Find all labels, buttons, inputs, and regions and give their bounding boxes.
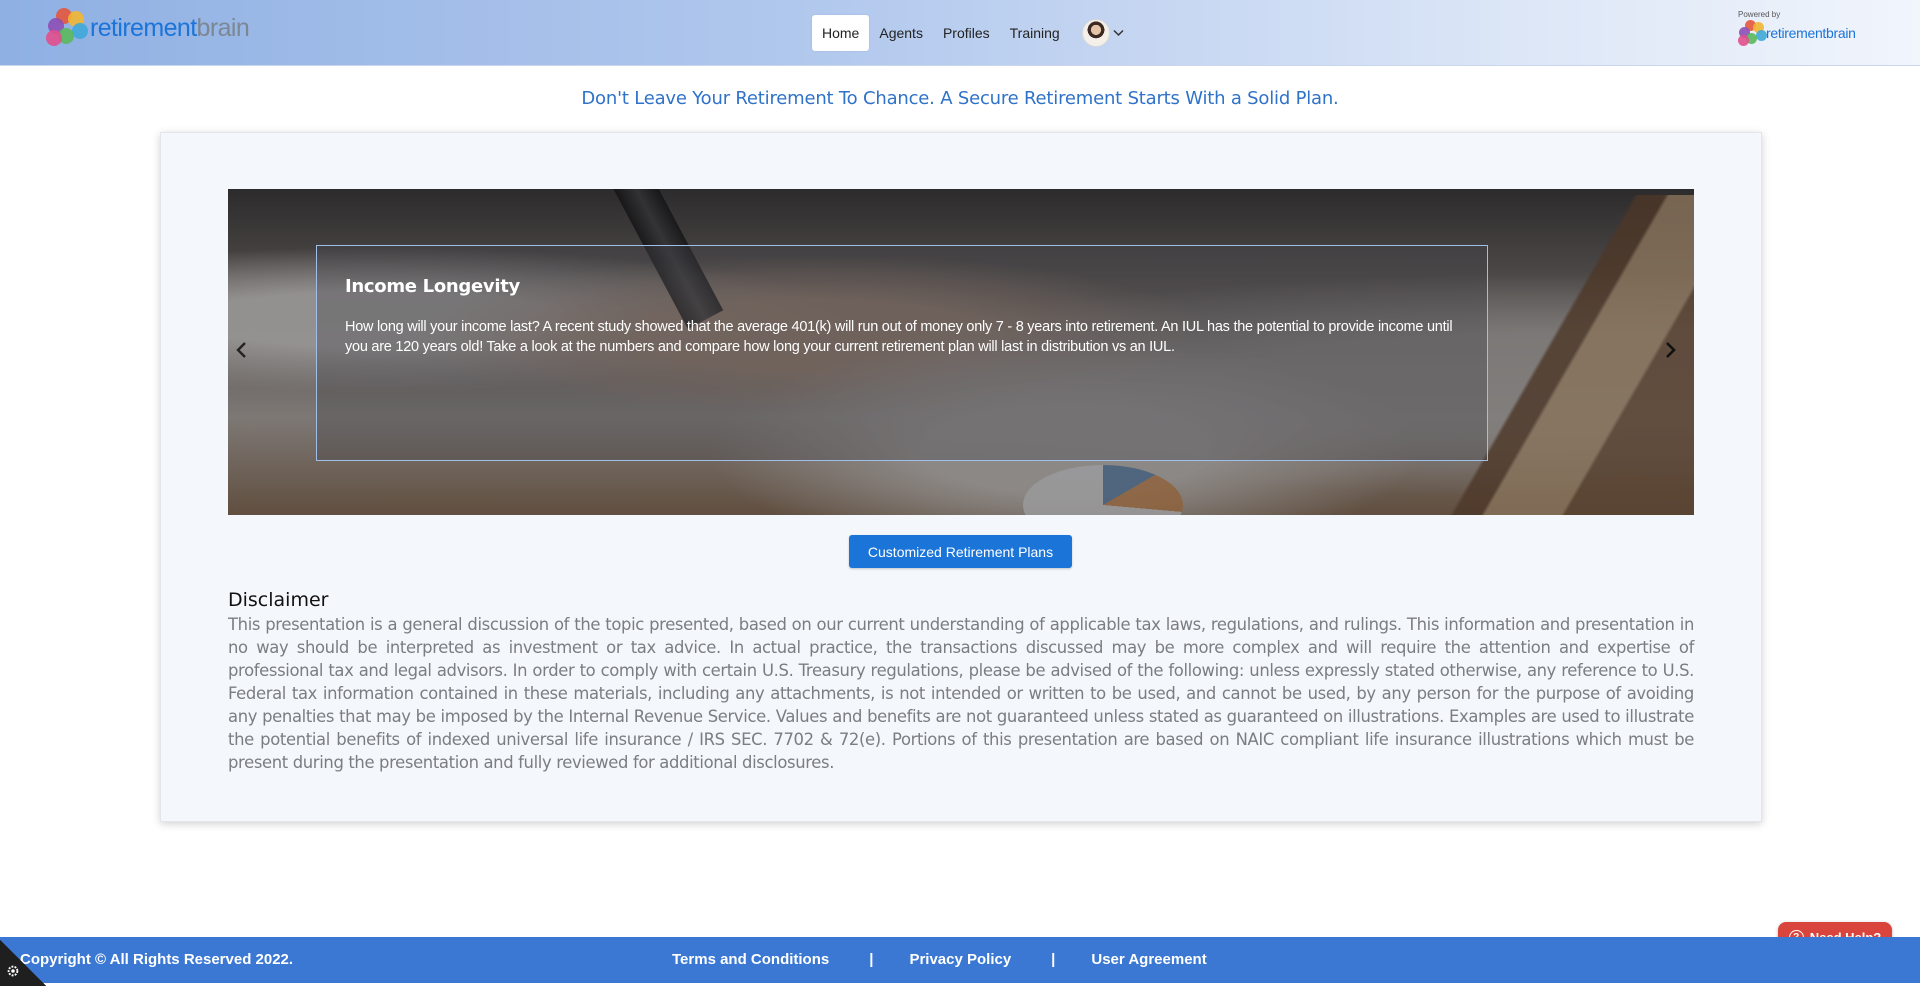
brand-name: retirementbrain <box>90 13 250 42</box>
customized-retirement-plans-button[interactable]: Customized Retirement Plans <box>849 535 1072 568</box>
powered-by-label: Powered by <box>1738 10 1781 19</box>
nav-profiles[interactable]: Profiles <box>933 15 1000 51</box>
user-menu-toggle[interactable] <box>1081 19 1124 47</box>
disclaimer-text: This presentation is a general discussio… <box>228 615 1694 772</box>
user-agreement-link[interactable]: User Agreement <box>1091 951 1206 968</box>
carousel-prev-button[interactable] <box>230 335 254 365</box>
powered-by-brand-name: retirementbrain <box>1766 25 1856 41</box>
chevron-down-icon <box>1113 26 1124 40</box>
terms-and-conditions-link[interactable]: Terms and Conditions <box>672 951 829 968</box>
nav-training[interactable]: Training <box>1000 15 1070 51</box>
top-navbar: retirementbrain Home Agents Profiles Tra… <box>0 0 1920 66</box>
main-nav: Home Agents Profiles Training <box>812 15 1124 51</box>
flower-logo-icon <box>46 8 92 48</box>
avatar <box>1081 19 1110 47</box>
disclaimer-title: Disclaimer <box>228 589 329 611</box>
carousel-next-button[interactable] <box>1658 335 1682 365</box>
slide-text: How long will your income last? A recent… <box>345 319 1453 355</box>
nav-agents[interactable]: Agents <box>869 15 933 51</box>
privacy-policy-link[interactable]: Privacy Policy <box>909 951 1011 968</box>
settings-toggle[interactable] <box>0 940 46 986</box>
powered-by-badge: Powered by retirementbrain <box>1738 10 1856 46</box>
nav-home[interactable]: Home <box>812 15 870 51</box>
slide-title: Income Longevity <box>345 276 520 297</box>
flower-logo-icon <box>1738 20 1768 46</box>
chevron-right-icon <box>1666 342 1676 358</box>
retirementbrain-logo[interactable]: retirementbrain <box>46 8 250 48</box>
page-tagline: Don't Leave Your Retirement To Chance. A… <box>581 88 1339 109</box>
content-card: Income Longevity How long will your inco… <box>160 132 1762 822</box>
gear-icon <box>7 965 19 977</box>
chevron-left-icon <box>236 342 246 358</box>
footer-separator: | <box>1051 951 1056 968</box>
copyright-text: Copyright © All Rights Reserved 2022. <box>20 951 294 968</box>
footer-separator: | <box>869 951 874 968</box>
powered-by-logo: retirementbrain <box>1738 20 1856 46</box>
footer-links: Terms and Conditions | Privacy Policy | … <box>672 951 1207 968</box>
carousel-caption: Income Longevity How long will your inco… <box>316 245 1488 461</box>
hero-carousel: Income Longevity How long will your inco… <box>228 189 1694 515</box>
footer: Copyright © All Rights Reserved 2022. Te… <box>0 937 1920 983</box>
